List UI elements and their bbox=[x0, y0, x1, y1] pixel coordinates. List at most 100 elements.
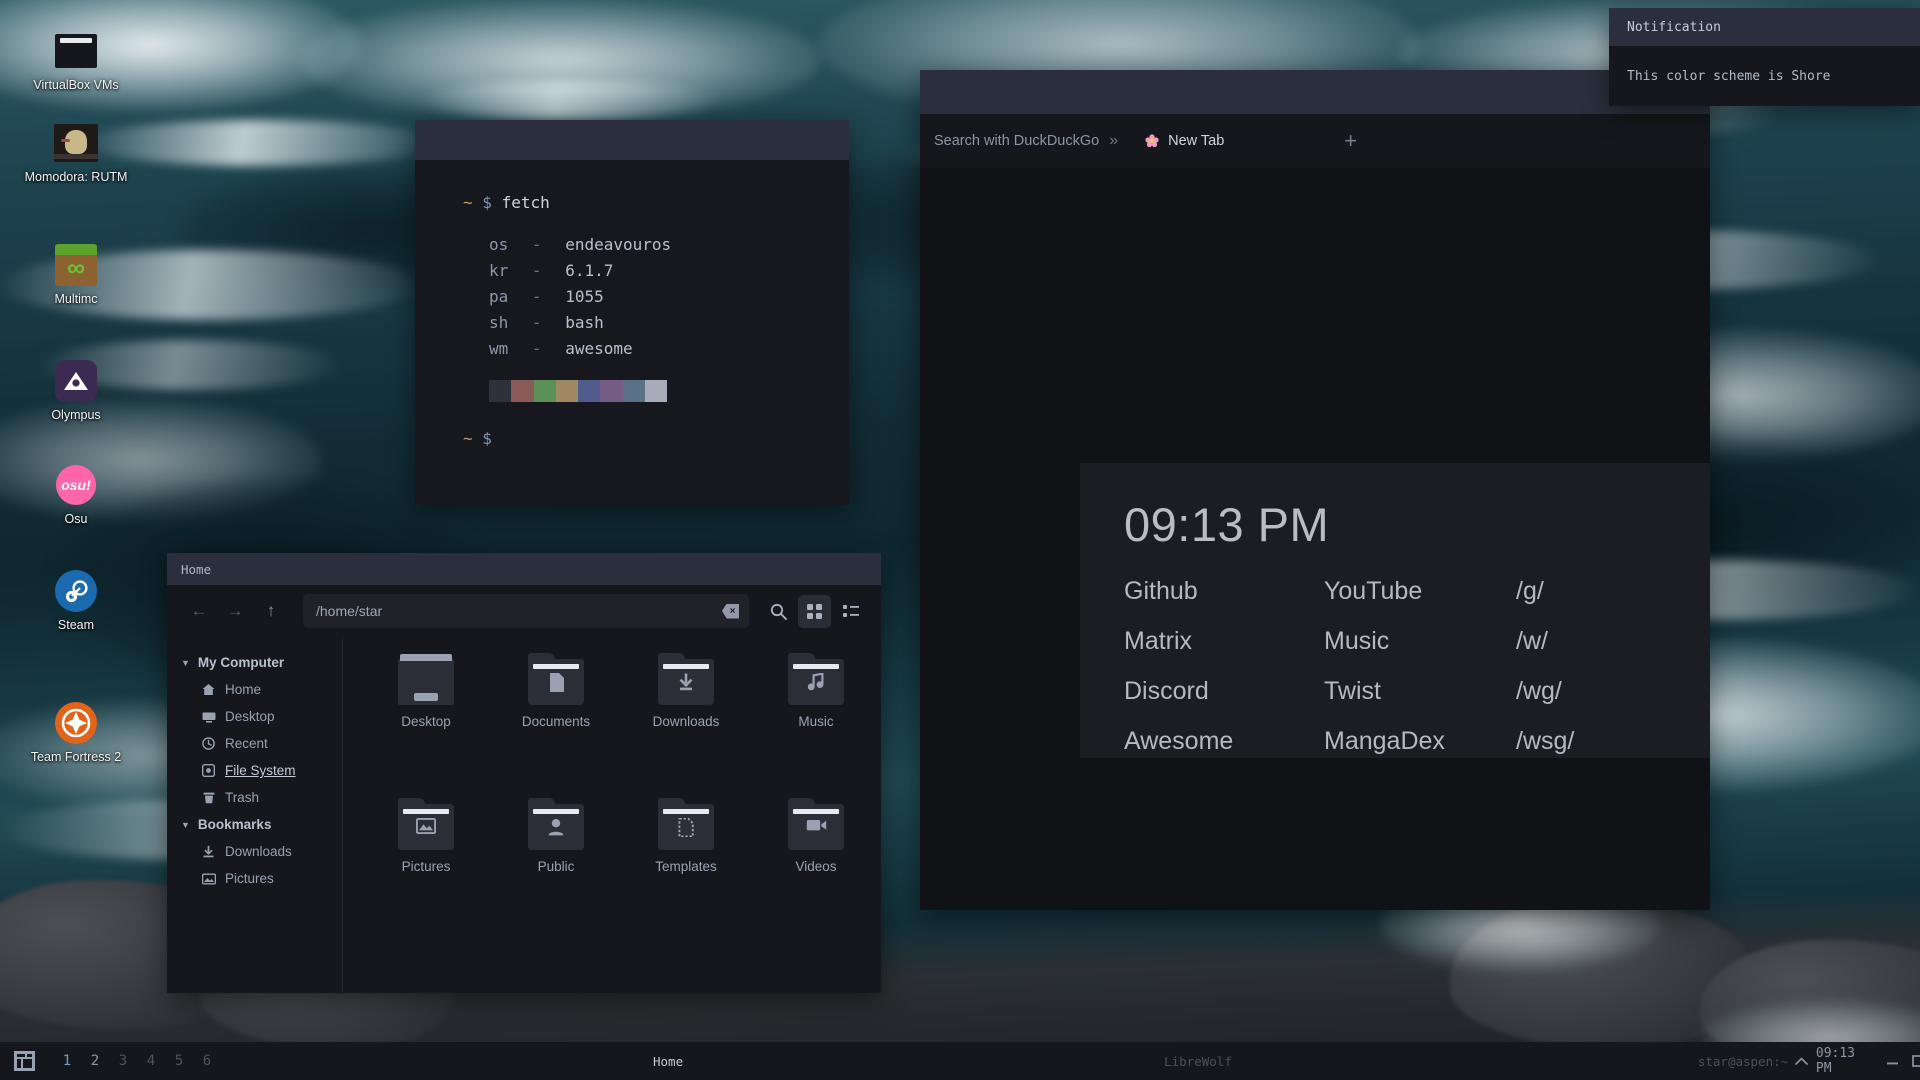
desktop-icon-label: Olympus bbox=[20, 409, 132, 423]
browser-tab-bar[interactable]: Search with DuckDuckGo » New Tab + bbox=[920, 114, 1710, 168]
sidebar-item-desktop[interactable]: Desktop bbox=[167, 703, 342, 730]
file-item-pictures[interactable]: Pictures bbox=[361, 804, 491, 949]
file-grid[interactable]: DesktopDocumentsDownloadsMusic PicturesPu… bbox=[343, 637, 881, 993]
video-folder-icon bbox=[788, 804, 844, 850]
palette-swatch-7 bbox=[645, 380, 667, 402]
file-manager-toolbar[interactable]: ← → ↑ /home/star × bbox=[167, 585, 881, 637]
up-button[interactable]: ↑ bbox=[253, 596, 289, 626]
start-page-link-github[interactable]: Github bbox=[1124, 566, 1324, 616]
file-item-templates[interactable]: Templates bbox=[621, 804, 751, 949]
sidebar-item-home[interactable]: Home bbox=[167, 676, 342, 703]
start-page-link-grid[interactable]: GithubYouTube/g/MatrixMusic/w/DiscordTwi… bbox=[1124, 566, 1710, 766]
browser-window[interactable]: Search with DuckDuckGo » New Tab + 09:13… bbox=[920, 70, 1710, 910]
start-page-link-discord[interactable]: Discord bbox=[1124, 666, 1324, 716]
search-with-duckduckgo-button[interactable]: Search with DuckDuckGo » bbox=[934, 132, 1118, 150]
sidebar-item-trash[interactable]: Trash bbox=[167, 784, 342, 811]
task-librewolf[interactable]: LibreWolf bbox=[1164, 1054, 1232, 1069]
file-item-label: Documents bbox=[491, 714, 621, 729]
browser-titlebar[interactable] bbox=[920, 70, 1710, 114]
desktop-icon-olympus[interactable]: Olympus bbox=[20, 358, 132, 423]
start-page-link-music[interactable]: Music bbox=[1324, 616, 1516, 666]
tag-list[interactable]: 123456 bbox=[53, 1053, 221, 1069]
tag-5[interactable]: 5 bbox=[168, 1053, 190, 1069]
notification-body: This color scheme is Shore bbox=[1609, 46, 1920, 106]
desktop-icon-steam[interactable]: Steam bbox=[20, 568, 132, 633]
system-tray[interactable]: 09:13 PM bbox=[1788, 1046, 1920, 1076]
home-icon bbox=[201, 683, 216, 696]
tf2-icon bbox=[53, 700, 99, 746]
terminal-command: fetch bbox=[502, 193, 550, 212]
desktop-icon-label: VirtualBox VMs bbox=[20, 79, 132, 93]
tag-1[interactable]: 1 bbox=[56, 1053, 78, 1069]
list-view-icon[interactable] bbox=[834, 595, 867, 628]
task-list[interactable]: Home LibreWolf star@aspen:~ bbox=[237, 1054, 1788, 1069]
tag-6[interactable]: 6 bbox=[196, 1053, 218, 1069]
file-manager-sidebar[interactable]: ▼My ComputerHomeDesktopRecentFile System… bbox=[167, 637, 343, 993]
steam-icon bbox=[53, 568, 99, 614]
tab-new-tab[interactable]: New Tab bbox=[1144, 133, 1224, 149]
fetch-sep: - bbox=[518, 313, 556, 332]
file-manager-titlebar[interactable]: Home bbox=[167, 553, 881, 585]
file-item-music[interactable]: Music bbox=[751, 659, 881, 804]
grid-view-icon[interactable] bbox=[798, 595, 831, 628]
desktop-icon-virtualbox-vms[interactable]: VirtualBox VMs bbox=[20, 28, 132, 93]
taskbar[interactable]: 123456 Home LibreWolf star@aspen:~ 09:13… bbox=[0, 1042, 1920, 1080]
terminal-titlebar[interactable] bbox=[415, 120, 849, 160]
minimize-icon[interactable] bbox=[1879, 1046, 1905, 1076]
palette-swatch-0 bbox=[489, 380, 511, 402]
tag-4[interactable]: 4 bbox=[140, 1053, 162, 1069]
sidebar-group-my-computer[interactable]: ▼My Computer bbox=[167, 649, 342, 676]
fetch-sep: - bbox=[518, 339, 556, 358]
start-page-link-youtube[interactable]: YouTube bbox=[1324, 566, 1516, 616]
fetch-row: pa - 1055 bbox=[463, 284, 849, 310]
sidebar-item-recent[interactable]: Recent bbox=[167, 730, 342, 757]
file-item-downloads[interactable]: Downloads bbox=[621, 659, 751, 804]
start-page-link-mangadex[interactable]: MangaDex bbox=[1324, 716, 1516, 766]
notification-popup[interactable]: Notification This color scheme is Shore bbox=[1609, 8, 1920, 106]
desktop-icon-team-fortress-2[interactable]: Team Fortress 2 bbox=[20, 700, 132, 765]
terminal-body[interactable]: ~ $ fetch os - endeavouros kr - 6.1.7 pa… bbox=[415, 160, 849, 505]
desktop-icon-multimc[interactable]: ∞ Multimc bbox=[20, 242, 132, 307]
file-item-public[interactable]: Public bbox=[491, 804, 621, 949]
sidebar-item-label: Downloads bbox=[225, 844, 292, 859]
start-page-link-g[interactable]: /g/ bbox=[1516, 566, 1710, 616]
fetch-sep: - bbox=[518, 235, 556, 254]
task-terminal[interactable]: star@aspen:~ bbox=[1698, 1054, 1788, 1069]
sidebar-item-downloads[interactable]: Downloads bbox=[167, 838, 342, 865]
clear-path-icon[interactable]: × bbox=[722, 604, 739, 619]
start-page-link-twist[interactable]: Twist bbox=[1324, 666, 1516, 716]
sidebar-item-pictures[interactable]: Pictures bbox=[167, 865, 342, 892]
file-item-desktop[interactable]: Desktop bbox=[361, 659, 491, 804]
tag-2[interactable]: 2 bbox=[84, 1053, 106, 1069]
sidebar-group-bookmarks[interactable]: ▼Bookmarks bbox=[167, 811, 342, 838]
file-item-label: Templates bbox=[621, 859, 751, 874]
desktop-icon-osu[interactable]: osu! Osu bbox=[20, 462, 132, 527]
new-tab-button[interactable]: + bbox=[1344, 130, 1357, 152]
start-page-link-wsg[interactable]: /wsg/ bbox=[1516, 716, 1710, 766]
path-input[interactable]: /home/star × bbox=[303, 594, 749, 628]
file-manager-window[interactable]: Home ← → ↑ /home/star × bbox=[167, 553, 881, 993]
awesome-layout-icon[interactable] bbox=[14, 1051, 35, 1071]
start-page-link-w[interactable]: /w/ bbox=[1516, 616, 1710, 666]
task-home[interactable]: Home bbox=[653, 1054, 683, 1069]
search-icon[interactable] bbox=[762, 595, 795, 628]
tag-3[interactable]: 3 bbox=[112, 1053, 134, 1069]
osu-logo-text: osu! bbox=[56, 465, 96, 505]
start-page-link-awesome[interactable]: Awesome bbox=[1124, 716, 1324, 766]
file-item-videos[interactable]: Videos bbox=[751, 804, 881, 949]
start-page-link-wg[interactable]: /wg/ bbox=[1516, 666, 1710, 716]
terminal-window[interactable]: ~ $ fetch os - endeavouros kr - 6.1.7 pa… bbox=[415, 120, 849, 505]
olympus-icon bbox=[53, 358, 99, 404]
sidebar-item-file-system[interactable]: File System bbox=[167, 757, 342, 784]
file-item-label: Public bbox=[491, 859, 621, 874]
chevron-up-icon[interactable] bbox=[1788, 1046, 1814, 1076]
desktop-icon bbox=[201, 711, 216, 723]
file-item-label: Downloads bbox=[621, 714, 751, 729]
start-page-link-matrix[interactable]: Matrix bbox=[1124, 616, 1324, 666]
forward-button[interactable]: → bbox=[217, 596, 253, 626]
back-button[interactable]: ← bbox=[181, 596, 217, 626]
sidebar-item-label: Trash bbox=[225, 790, 259, 805]
maximize-icon[interactable] bbox=[1905, 1046, 1920, 1076]
file-item-documents[interactable]: Documents bbox=[491, 659, 621, 804]
desktop-icon-momodora-rutm[interactable]: Momodora: RUTM bbox=[20, 120, 132, 185]
